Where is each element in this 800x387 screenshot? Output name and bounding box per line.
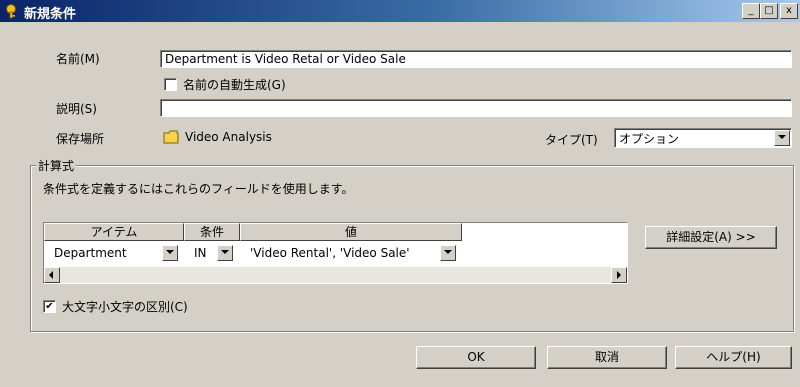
cancel-button[interactable]: 取消 — [547, 346, 667, 369]
calc-instruction: 条件式を定義するにはこれらのフィールドを使用します。 — [43, 182, 354, 196]
grid-horizontal-scrollbar[interactable] — [44, 267, 627, 283]
type-select-value: オプション — [619, 132, 680, 146]
window-title: 新規条件 — [24, 7, 77, 22]
ok-button[interactable]: OK — [416, 346, 536, 369]
case-sensitive-label: 大文字小文字の区別(C) — [62, 300, 188, 314]
title-bar[interactable]: 新規条件 _ □ x — [0, 0, 800, 22]
location-label: 保存場所 — [56, 132, 105, 146]
value-dropdown-button[interactable] — [440, 245, 456, 261]
auto-name-label: 名前の自動生成(G) — [183, 78, 286, 92]
chevron-down-icon — [444, 250, 452, 254]
help-button[interactable]: ヘルプ(H) — [675, 346, 792, 369]
calc-group-label: 計算式 — [36, 157, 77, 174]
close-button[interactable]: x — [780, 3, 798, 19]
item-dropdown-button[interactable] — [162, 245, 178, 261]
new-condition-dialog: 新規条件 _ □ x 名前(M) Department is Video Ret… — [0, 0, 800, 387]
folder-icon — [163, 130, 179, 144]
condition-grid[interactable]: アイテム 条件 値 Department IN 'Video Rental', … — [43, 222, 628, 284]
chevron-down-icon — [221, 250, 229, 254]
name-input-value: Department is Video Retal or Video Sale — [165, 52, 406, 66]
advanced-settings-button[interactable]: 詳細設定(A) >> — [645, 226, 777, 249]
type-label: タイプ(T) — [545, 133, 598, 147]
grid-cell-condition[interactable]: IN — [194, 243, 207, 263]
chevron-right-icon — [617, 271, 621, 279]
grid-header-condition[interactable]: 条件 — [184, 223, 240, 241]
minimize-button[interactable]: _ — [742, 3, 760, 19]
description-input[interactable] — [160, 99, 792, 117]
description-label: 説明(S) — [56, 102, 97, 116]
name-input[interactable]: Department is Video Retal or Video Sale — [160, 50, 792, 68]
location-value: Video Analysis — [185, 130, 272, 144]
key-icon — [6, 4, 16, 19]
auto-name-checkbox[interactable] — [164, 78, 177, 91]
name-label: 名前(M) — [56, 52, 100, 66]
condition-dropdown-button[interactable] — [217, 245, 233, 261]
grid-header-value[interactable]: 値 — [240, 223, 462, 241]
grid-cell-value[interactable]: 'Video Rental', 'Video Sale' — [250, 243, 410, 263]
type-dropdown-button[interactable] — [774, 130, 790, 146]
chevron-down-icon — [778, 135, 786, 139]
case-sensitive-checkbox[interactable]: ✔ — [43, 300, 56, 313]
check-icon: ✔ — [45, 301, 54, 312]
chevron-left-icon — [49, 271, 53, 279]
maximize-button[interactable]: □ — [760, 3, 778, 19]
scroll-left-button[interactable] — [44, 267, 60, 283]
chevron-down-icon — [166, 250, 174, 254]
grid-cell-item[interactable]: Department — [54, 243, 127, 263]
grid-header-item[interactable]: アイテム — [44, 223, 184, 241]
scroll-right-button[interactable] — [611, 267, 627, 283]
type-select[interactable]: オプション — [614, 128, 792, 148]
